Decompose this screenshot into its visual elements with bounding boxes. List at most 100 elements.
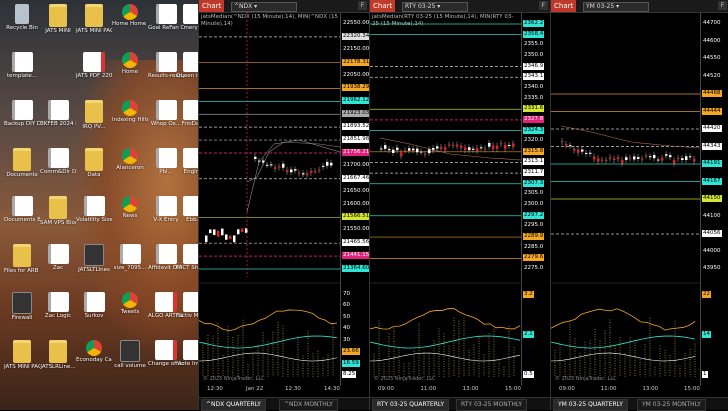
desktop-icon[interactable]: foote Investme...	[176, 340, 198, 367]
chart-tab[interactable]: ^NDX QUARTERLY	[201, 399, 266, 411]
doc-icon	[155, 100, 177, 120]
desktop-icon[interactable]: Files for ARB TG VPS	[4, 244, 40, 274]
desktop-icon[interactable]: IRQ PV...	[76, 100, 112, 130]
candle	[217, 230, 220, 237]
price-axis[interactable]: 22550.00 22320.34 22150.00 22178.31 22050.00…	[340, 12, 371, 386]
desktop-icon[interactable]: Home	[112, 52, 148, 75]
candle	[609, 157, 612, 159]
chart-tab[interactable]: RTY 03-25 MONTHLY	[456, 399, 528, 411]
candle	[484, 148, 487, 150]
desktop-icon[interactable]: JATSLRLine...	[40, 340, 76, 370]
desktop-icon[interactable]: template...	[4, 52, 40, 79]
desktop-icon[interactable]: Firewall	[4, 292, 40, 321]
price-axis-label: 44150	[702, 195, 722, 202]
price-axis[interactable]: 2362.2 2358.4 2355.0 2350.0 2346.9 2343.1 2340…	[521, 12, 552, 386]
desktop-icon[interactable]: Ebb...	[176, 196, 198, 223]
oscillator-axis-label: 70	[343, 291, 350, 297]
price-axis-label: 21893.52	[342, 123, 371, 131]
candle	[274, 167, 277, 170]
desktop-icon-label: News	[122, 213, 138, 219]
candle	[617, 157, 620, 160]
desktop-icon[interactable]: Recycle Bin	[4, 4, 40, 31]
candle	[597, 158, 600, 162]
desktop-icon[interactable]: Indexing Hilton	[112, 100, 148, 123]
candle	[464, 147, 467, 151]
desktop-icon[interactable]: Tweets	[112, 292, 148, 315]
instrument-selector[interactable]: ^NDX ▾	[231, 2, 297, 12]
desktop-icon[interactable]: JATS MINI PACKA...	[4, 340, 40, 370]
price-axis[interactable]: 44700 44600 44550 44520 44468 44444 44420 44343…	[700, 12, 728, 386]
chart-window-rty[interactable]: Chart RTY 03-25 ▾ FjatsMedian(RTY 03-25 (1…	[369, 0, 552, 411]
price-axis-label: 22178.31	[342, 58, 371, 66]
price-axis-label: 44191	[702, 160, 722, 167]
desktop-icon[interactable]: Documents	[4, 148, 40, 178]
desktop-icon[interactable]: JATS MINI PACKAGE...	[76, 4, 112, 34]
desktop-icon[interactable]: Surkov	[76, 292, 112, 319]
price-chart-svg[interactable]	[370, 12, 521, 386]
chart-tab[interactable]: YM 03-25 MONTHLY	[637, 399, 706, 411]
chart-tab[interactable]: YM 03-25 QUARTERLY	[553, 399, 628, 411]
desktop-icon[interactable]: JATSLTLines	[76, 244, 112, 273]
chrome-icon	[122, 292, 138, 308]
price-chart-svg[interactable]	[551, 12, 700, 386]
instrument-selector[interactable]: YM 03-25 ▾	[583, 2, 649, 12]
price-axis-label: 21441.15	[342, 252, 371, 260]
candle	[314, 171, 317, 173]
desktop-icon[interactable]: Alanceron	[112, 148, 148, 171]
price-chart-svg[interactable]	[199, 12, 340, 386]
candle	[581, 149, 584, 152]
desktop-icon[interactable]: Zac	[40, 244, 76, 271]
desktop-icon[interactable]: FrinDar...	[176, 100, 198, 127]
chart-menu-button[interactable]: Chart	[551, 0, 577, 12]
desktop-icon[interactable]: Zac Logic	[40, 292, 76, 319]
doc-icon	[155, 148, 177, 168]
window-control-button[interactable]: F	[358, 1, 367, 10]
candle	[444, 147, 447, 151]
desktop-icon[interactable]: Home Home Home	[112, 4, 148, 27]
price-axis-label: 22320.34	[342, 32, 371, 40]
desktop-icon[interactable]: JATS PDF 220706AM	[76, 52, 112, 79]
chart-tab-bar: YM 03-25 QUARTERLY YM 03-25 MONTHLY	[551, 397, 728, 411]
desktop-icon[interactable]: FACT Sh U.S.T...	[176, 244, 198, 271]
desktop-icon[interactable]: size_7095...	[112, 244, 148, 271]
desktop-icon[interactable]: Queen indicto...	[176, 52, 198, 79]
desktop-icon[interactable]: News	[112, 196, 148, 219]
chart-menu-button[interactable]: Chart	[370, 0, 396, 12]
folder-icon	[13, 340, 31, 363]
desktop-icon[interactable]: call volume	[112, 340, 148, 369]
chrome-icon	[122, 100, 138, 116]
candle	[318, 169, 321, 171]
instrument-selector[interactable]: RTY 03-25 ▾	[402, 2, 468, 12]
chart-window-ndx[interactable]: Chart ^NDX ▾ FjatsMedian(^NDX (15 Minute),…	[198, 0, 371, 411]
price-axis-label: 44343	[702, 142, 722, 150]
desktop-icon[interactable]: meryl...	[176, 4, 198, 31]
folder-icon	[85, 148, 103, 171]
time-axis-label: 14:30	[324, 386, 340, 392]
candle	[404, 150, 407, 152]
price-axis-label: 44420	[702, 125, 722, 132]
desktop-icon[interactable]: Volatility Size -4.0	[76, 196, 112, 223]
desktop-icon-label: Documents	[6, 172, 38, 178]
price-axis-label: 2311.7	[523, 169, 545, 177]
price-axis-label: 21566.51	[342, 213, 371, 221]
desktop-icon[interactable]: BKFEB 2024 FUTURES	[40, 100, 76, 127]
desktop-icon[interactable]: Backup DIY Desktop PDF	[4, 100, 40, 127]
copyright-label: © 2025 NinjaTrader, LLC	[203, 376, 265, 382]
desktop-icon[interactable]: SAM VPS BloodHou...	[40, 196, 76, 226]
chart-tab[interactable]: RTY 03-25 QUARTERLY	[372, 399, 450, 411]
candle	[649, 156, 652, 158]
candle	[689, 156, 692, 158]
desktop-icon[interactable]: Comm&Dir DIV RPT	[40, 148, 76, 175]
desktop-icon[interactable]: Factiv Models...	[176, 292, 198, 319]
desktop-icon[interactable]: Data	[76, 148, 112, 178]
window-control-button[interactable]: F	[539, 1, 548, 10]
chart-menu-button[interactable]: Chart	[199, 0, 225, 12]
desktop-icon[interactable]: Engin...	[176, 148, 198, 175]
desktop-icon[interactable]: JATS MINI	[40, 4, 76, 34]
desktop-icon[interactable]: Documents Backup	[4, 196, 40, 223]
window-control-button[interactable]: F	[718, 1, 727, 10]
chart-window-ym[interactable]: Chart YM 03-25 ▾ F 44700 44600 44550 44520 4446…	[550, 0, 728, 411]
price-axis-label: 44600	[703, 37, 721, 44]
desktop-icon[interactable]: Econoday Calendar...	[76, 340, 112, 363]
chart-tab[interactable]: ^NDX MONTHLY	[279, 399, 338, 411]
